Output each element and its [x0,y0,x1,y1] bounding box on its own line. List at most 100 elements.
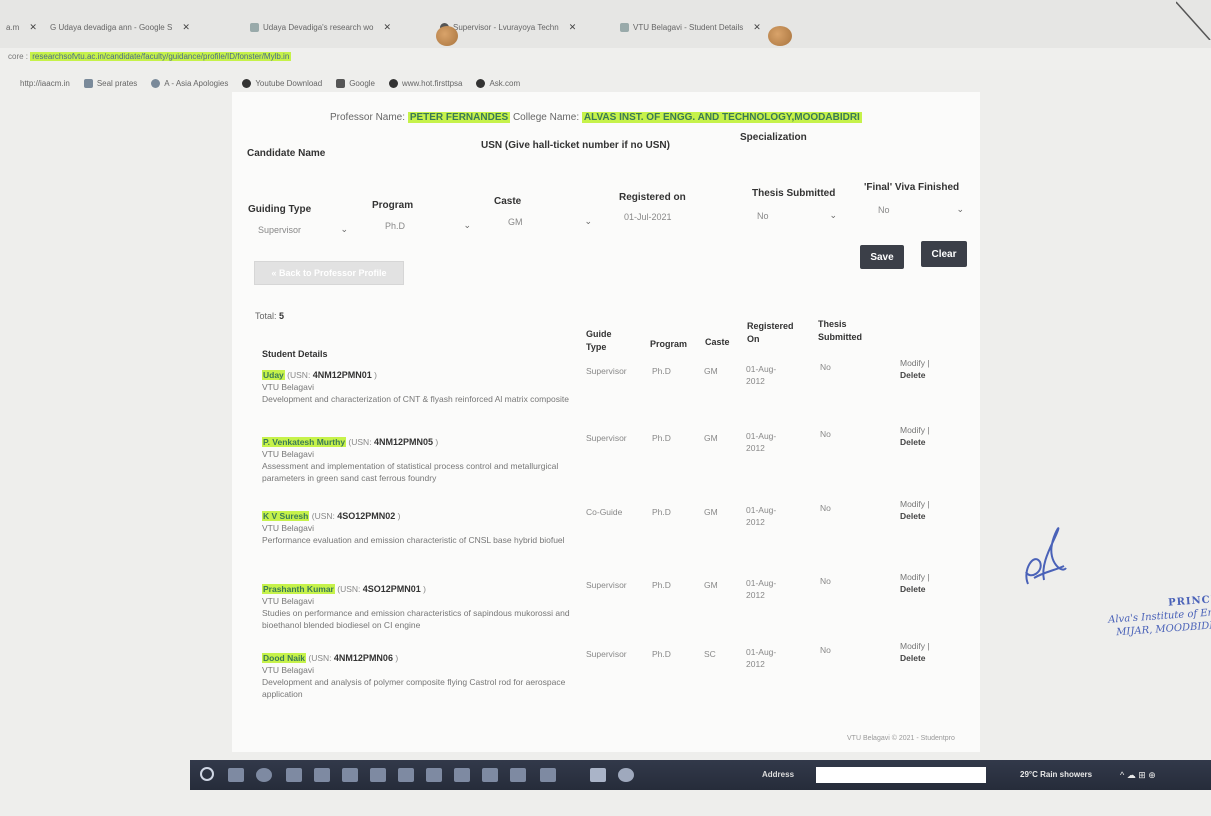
guide-type-cell: Supervisor [586,366,627,376]
student-details: P. Venkatesh Murthy (USN: 4NM12PMN05 ) VT… [262,436,574,484]
app-icon[interactable] [590,768,606,782]
row-actions: Modify | Delete [900,424,930,448]
column-header-thesis-submitted: Thesis Submitted [818,319,862,342]
caste-select[interactable]: GM ⌄ [508,216,592,227]
close-icon[interactable]: ✕ [182,22,190,33]
app-icon[interactable] [370,768,386,782]
registered-on-label: Registered on [619,192,686,203]
program-label: Program [372,200,414,211]
tab-4[interactable]: VTU Belagavi - Student Details ✕ [620,22,761,33]
bookmark-item[interactable]: http://iaacm.in [20,79,70,88]
clear-button[interactable]: Clear [921,241,967,267]
system-tray[interactable]: ^ ☁ ⊞ ⊕ [1120,770,1156,781]
guide-type-cell: Supervisor [586,580,627,590]
bookmark-item[interactable]: Ask.com [476,78,520,88]
delete-link[interactable]: Delete [900,437,926,447]
guiding-type-label: Guiding Type [248,204,312,215]
tab-0[interactable]: a.m ✕ [6,22,37,33]
delete-link[interactable]: Delete [900,584,926,594]
bookmark-item[interactable]: Youtube Download [242,78,322,88]
row-actions: Modify | Delete [900,571,930,595]
tab-3[interactable]: Supervisor - Lvurayoya Techn ✕ [440,22,576,33]
bookmark-label: www.hot.firsttpsa [402,78,463,88]
tab-1[interactable]: G Udaya devadiga ann - Google S ✕ [50,22,190,33]
close-icon[interactable]: ✕ [753,22,761,33]
modify-link[interactable]: Modify | [900,499,930,509]
thesis-submitted-label: Thesis Submitted [752,188,836,199]
usn-prefix: (USN: [348,437,372,447]
usn-prefix: (USN: [287,370,311,380]
caste-value: GM [508,216,523,227]
usn-label: USN (Give hall-ticket number if no USN) [481,140,670,151]
taskbar-address-input[interactable] [816,767,986,783]
app-icon[interactable] [482,768,498,782]
professor-name: PETER FERNANDES [407,112,511,123]
program-cell: Ph.D [652,649,671,659]
browser-icon[interactable] [256,768,272,782]
close-icon[interactable]: ✕ [569,22,577,33]
usn-suffix: ) [423,584,426,594]
upload-icon[interactable] [540,768,556,782]
app-icon[interactable] [454,768,470,782]
student-usn: 4NM12PMN06 [333,653,393,663]
bookmark-label: Seal prates [96,78,138,88]
close-icon[interactable]: ✕ [29,22,37,33]
student-name: Dood Naik [262,653,307,663]
modify-link[interactable]: Modify | [900,358,930,368]
app-icon[interactable] [426,768,442,782]
caste-cell: GM [704,366,718,376]
caste-cell: SC [704,649,716,659]
close-icon[interactable]: ✕ [383,22,391,33]
student-usn: 4SO12PMN01 [362,584,421,594]
principal-stamp: PRINCIPAL Alva's Institute of Engg. & Te… [1107,587,1211,639]
bookmark-label: Google [349,78,375,88]
chrome-icon[interactable] [618,768,634,782]
app-icon[interactable] [510,768,526,782]
bookmark-item[interactable]: www.hot.firsttpsa [389,78,463,88]
bookmark-item[interactable]: Google [336,78,375,88]
guiding-type-value: Supervisor [258,224,302,235]
viva-finished-select[interactable]: No ⌄ [878,204,964,215]
professor-info: Professor Name: PETER FERNANDES College … [330,112,862,123]
student-university: VTU Belagavi [262,665,314,675]
app-icon[interactable] [286,768,302,782]
document-icon [250,23,259,32]
modify-link[interactable]: Modify | [900,641,930,651]
registered-on-cell: 01-Aug-2012 [746,364,777,386]
row-actions: Modify | Delete [900,357,930,381]
delete-link[interactable]: Delete [900,653,926,663]
program-cell: Ph.D [652,433,671,443]
delete-link[interactable]: Delete [900,370,926,380]
thesis-submitted-select[interactable]: No ⌄ [757,210,837,221]
url-text[interactable]: researchsofvtu.ac.in/candidate/faculty/g… [30,52,292,61]
student-name: K V Suresh [262,511,310,521]
bookmark-item[interactable]: A - Asia Apologies [151,78,228,88]
tab-label: Supervisor - Lvurayoya Techn [453,23,559,32]
task-view-icon[interactable] [228,768,244,782]
back-to-professor-profile-button[interactable]: « Back to Professor Profile [254,261,404,285]
save-button[interactable]: Save [860,245,904,269]
table-row: Dood Naik (USN: 4NM12PMN06 ) VTU Belagavi… [262,641,972,724]
folder-icon[interactable] [342,768,358,782]
bookmark-label: http://iaacm.in [20,78,70,88]
registered-on-cell: 01-Aug-2012 [746,431,777,453]
search-icon[interactable] [200,767,214,781]
usn-prefix: (USN: [308,653,332,663]
program-select[interactable]: Ph.D ⌄ [385,220,471,231]
delete-link[interactable]: Delete [900,511,926,521]
column-header-registered-on: Registered On [747,321,794,344]
modify-link[interactable]: Modify | [900,572,930,582]
bookmark-item[interactable]: Seal prates [83,78,138,88]
table-row: Uday (USN: 4NM12PMN01 ) VTU Belagavi Devel… [262,358,972,441]
ask-icon [476,78,486,88]
app-icon[interactable] [314,768,330,782]
address-bar[interactable]: core : researchsofvtu.ac.in/candidate/fa… [0,48,1211,70]
registered-on-input[interactable]: 01-Jul-2021 [624,212,694,222]
student-usn: 4NM12PMN01 [312,370,372,380]
bookmarks-bar: http://iaacm.in Seal prates A - Asia Apo… [0,72,1211,94]
app-icon[interactable] [398,768,414,782]
weather-widget[interactable]: 29°C Rain showers [1020,770,1092,779]
tab-2[interactable]: Udaya Devadiga's research wo ✕ [250,22,391,33]
modify-link[interactable]: Modify | [900,425,930,435]
guiding-type-select[interactable]: Supervisor ⌄ [258,224,348,235]
